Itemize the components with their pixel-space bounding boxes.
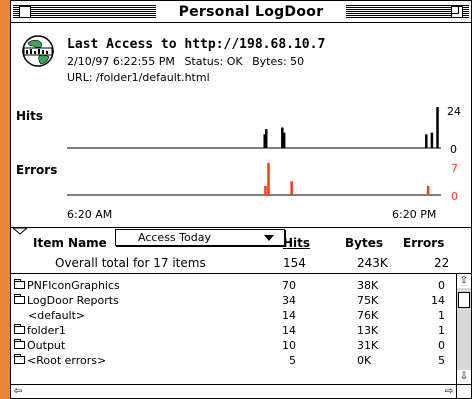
filter-popup-label: Access Today [138,231,211,244]
col-header-errors[interactable]: Errors [403,236,444,250]
item-name: <Root errors> [27,354,107,367]
scroll-thumb[interactable] [458,292,470,308]
item-name: <default> [28,309,86,322]
col-header-hits[interactable]: Hits [283,236,310,250]
scroll-left-arrow-icon[interactable]: ⇦ [11,385,25,398]
item-hits: 14 [282,309,296,322]
folder-icon [14,324,25,334]
total-bytes: 243K [357,256,388,270]
item-bytes: 76K [357,309,379,322]
col-header-item-name[interactable]: Item Name [33,236,107,250]
scroll-down-arrow-icon[interactable]: ⇩ [457,370,471,384]
item-errors: 1 [438,309,445,322]
list-item[interactable]: folder1 14 13K 1 [11,324,451,339]
scroll-up-arrow-icon[interactable]: ⇧ [457,274,471,288]
activity-charts [67,107,441,196]
item-name: LogDoor Reports [27,294,119,307]
total-label: Overall total for 17 items [55,256,206,270]
item-name: folder1 [27,324,66,337]
item-errors: 5 [438,354,445,367]
errors-bar [267,163,270,195]
filter-popup[interactable]: Access Today [115,229,285,246]
item-errors: 0 [438,339,445,352]
hits-bar [264,129,268,148]
collapse-triangle-icon[interactable] [11,227,31,235]
errors-bar [290,181,293,195]
vertical-scrollbar[interactable]: ⇧ ⇩ [456,274,471,384]
item-bytes: 13K [357,324,379,337]
list-item[interactable]: <default> 14 76K 1 [11,309,451,324]
item-errors: 0 [438,279,445,292]
list-item[interactable]: PNFIconGraphics 70 38K 0 [11,279,451,294]
list-item[interactable]: <Root errors> 5 0K 5 [11,354,451,369]
hits-bar [282,132,286,148]
col-header-bytes[interactable]: Bytes [345,236,383,250]
list-body-divider [11,273,471,274]
item-errors: 1 [438,324,445,337]
folder-icon [14,354,25,364]
hits-bar [425,134,428,148]
item-bytes: 0K [357,354,372,367]
item-bytes: 38K [357,279,379,292]
total-errors: 22 [434,256,450,270]
item-hits: 70 [282,279,296,292]
grow-box[interactable] [456,384,471,398]
item-bytes: 31K [357,339,379,352]
errors-bar [264,185,267,195]
horizontal-scrollbar[interactable]: ⇦ ⇨ [11,384,456,398]
logdoor-window: Personal LogDoor Last Access to http://1… [10,0,472,399]
item-hits: 14 [282,324,296,337]
popup-arrow-icon [264,235,274,241]
hits-bar [436,107,439,148]
list-top-divider [11,227,471,228]
folder-icon [14,339,25,349]
item-hits: 34 [282,294,296,307]
errors-bar [426,185,430,195]
hits-bar [430,132,434,148]
item-name: PNFIconGraphics [27,279,120,292]
folder-icon [14,279,25,289]
list-item[interactable]: Output 10 31K 0 [11,339,451,354]
scroll-right-arrow-icon[interactable]: ⇨ [442,385,456,398]
item-errors: 14 [431,294,445,307]
folder-icon [14,294,25,304]
total-hits: 154 [283,256,306,270]
item-hits: 10 [282,339,296,352]
item-name: Output [27,339,66,352]
item-hits: 5 [289,354,296,367]
list-item[interactable]: LogDoor Reports 34 75K 14 [11,294,451,309]
item-bytes: 75K [357,294,379,307]
